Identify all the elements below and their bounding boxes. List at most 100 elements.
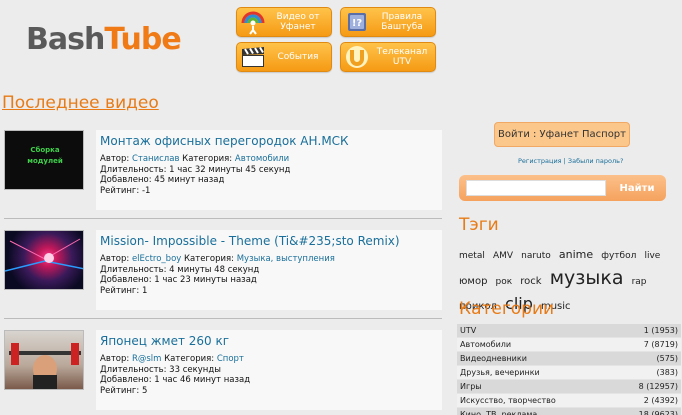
video-info: Японец жмет 260 кг Автор: R@slm Категори… [96, 330, 442, 410]
category-count: 8 (12957) [638, 382, 678, 391]
divider [4, 318, 442, 319]
author-label: Автор: [100, 354, 130, 364]
category-name: Кино, ТВ, реклама [460, 410, 538, 415]
nav-utv-label: Телеканал UTV [376, 47, 428, 67]
tag-link[interactable]: rock [520, 276, 541, 287]
svg-text:!?: !? [352, 18, 363, 29]
video-thumbnail[interactable] [4, 230, 84, 290]
nav-events-button[interactable]: События [236, 42, 332, 72]
category-count: 18 (9623) [638, 410, 678, 415]
nav-utv-button[interactable]: Телеканал UTV [340, 42, 436, 72]
video-item: Mission- Impossible - Theme (Ti&#235;sto… [4, 230, 442, 314]
category-label: Категория: [182, 154, 233, 164]
video-rating: Рейтинг: 5 [100, 385, 148, 396]
video-title-link[interactable]: Монтаж офисных перегородок АН.МСК [100, 134, 438, 148]
video-duration: Длительность: 1 час 32 минуты 45 секунд [100, 164, 291, 175]
category-row[interactable]: Искусство, творчество 2 (4392) [457, 394, 681, 408]
category-name: Видеодневники [460, 354, 527, 363]
latest-video-heading[interactable]: Последнее видео [2, 93, 159, 113]
logo-part-bash: Bash [26, 22, 105, 57]
video-item: Японец жмет 260 кг Автор: R@slm Категори… [4, 330, 442, 414]
category-label: Категория: [164, 354, 215, 364]
utv-channel-icon [341, 44, 373, 70]
thumbnail-caption: Сборка модулей [27, 146, 63, 165]
category-link[interactable]: Музыка, выступления [237, 254, 335, 264]
tags-heading: Тэги [459, 215, 499, 235]
category-link[interactable]: Спорт [217, 354, 244, 364]
login-passport-button[interactable]: Войти : Уфанет Паспорт [494, 122, 630, 147]
author-link[interactable]: elEctro_boy [132, 254, 181, 264]
video-info: Mission- Impossible - Theme (Ti&#235;sto… [96, 230, 442, 310]
category-count: 7 (8719) [643, 340, 678, 349]
tag-link[interactable]: metal [459, 251, 485, 261]
category-count: 1 (1953) [643, 326, 678, 335]
register-link[interactable]: Регистрация [518, 157, 562, 165]
video-meta: Автор: R@slm Категория: Спорт Длительнос… [100, 354, 438, 396]
category-list: UTV 1 (1953) Автомобили 7 (8719) Видеодневни… [457, 324, 681, 415]
account-links: Регистрация | Забыли пароль? [518, 157, 623, 165]
ufanet-figure-icon [237, 9, 269, 35]
category-count: 2 (4392) [643, 396, 678, 405]
category-link[interactable]: Автомобили [235, 154, 289, 164]
video-added: Добавлено: 45 минут назад [100, 175, 225, 185]
video-meta: Автор: elEctro_boy Категория: Музыка, вы… [100, 254, 438, 296]
concert-stage-image [5, 238, 83, 272]
category-name: Друзья, вечеринки [460, 368, 540, 377]
divider [4, 218, 442, 219]
tag-link[interactable]: юмор [459, 276, 487, 287]
nav-video-ufanet-button[interactable]: Видео от Уфанет [236, 7, 332, 37]
logo-part-tube: Tube [104, 22, 181, 57]
video-thumbnail[interactable] [4, 330, 84, 390]
tag-link[interactable]: футбол [601, 251, 636, 261]
search-button[interactable]: Найти [610, 178, 664, 198]
tag-link[interactable]: anime [559, 248, 593, 261]
author-label: Автор: [100, 154, 130, 164]
categories-heading: Категории [459, 299, 555, 319]
rules-book-icon: !? [341, 9, 373, 35]
clapperboard-icon [237, 44, 269, 70]
nav-events-label: События [277, 52, 319, 62]
category-name: Игры [460, 382, 482, 391]
category-row[interactable]: Кино, ТВ, реклама 18 (9623) [457, 408, 681, 415]
tag-link[interactable]: AMV [493, 251, 513, 261]
video-duration: Длительность: 33 секунды [100, 364, 221, 375]
video-rating: Рейтинг: 1 [100, 285, 148, 296]
author-link[interactable]: Станислав [132, 154, 180, 164]
video-rating: Рейтинг: -1 [100, 185, 151, 196]
category-name: Искусство, творчество [460, 396, 556, 405]
nav-rules-label: Правила Баштуба [381, 12, 423, 32]
video-title-link[interactable]: Японец жмет 260 кг [100, 334, 438, 348]
video-title-link[interactable]: Mission- Impossible - Theme (Ti&#235;sto… [100, 234, 438, 248]
author-label: Автор: [100, 254, 130, 264]
category-row[interactable]: Видеодневники (575) [457, 352, 681, 366]
video-thumbnail[interactable]: Сборка модулей [4, 130, 84, 190]
forgot-password-link[interactable]: Забыли пароль? [568, 157, 624, 165]
category-name: Автомобили [460, 340, 512, 349]
weightlifter-image [9, 343, 81, 389]
category-label: Категория: [184, 254, 235, 264]
tag-link[interactable]: rap [632, 277, 647, 287]
category-count: (575) [656, 354, 678, 363]
tag-link[interactable]: музыка [550, 267, 624, 289]
video-duration: Длительность: 4 минуты 48 секунд [100, 264, 260, 275]
bashtube-logo[interactable]: BashTube [26, 22, 182, 57]
search-bar: Найти [459, 175, 666, 201]
video-info: Монтаж офисных перегородок АН.МСК Автор:… [96, 130, 442, 210]
author-link[interactable]: R@slm [132, 354, 161, 364]
category-row[interactable]: UTV 1 (1953) [457, 324, 681, 338]
nav-video-ufanet-label: Видео от Уфанет [276, 12, 320, 32]
tag-link[interactable]: naruto [521, 251, 551, 261]
category-row[interactable]: Автомобили 7 (8719) [457, 338, 681, 352]
tag-link[interactable]: live [644, 251, 660, 261]
video-item: Сборка модулей Монтаж офисных перегородо… [4, 130, 442, 214]
search-input[interactable] [466, 180, 606, 196]
nav-rules-button[interactable]: !? Правила Баштуба [340, 7, 436, 37]
category-name: UTV [460, 326, 477, 335]
category-row[interactable]: Игры 8 (12957) [457, 380, 681, 394]
video-meta: Автор: Станислав Категория: Автомобили Д… [100, 154, 438, 196]
category-row[interactable]: Друзья, вечеринки (383) [457, 366, 681, 380]
video-added: Добавлено: 1 час 46 минут назад [100, 375, 251, 385]
tag-link[interactable]: рок [496, 277, 513, 287]
video-added: Добавлено: 1 час 23 минуты назад [100, 275, 257, 285]
category-count: (383) [656, 368, 678, 377]
